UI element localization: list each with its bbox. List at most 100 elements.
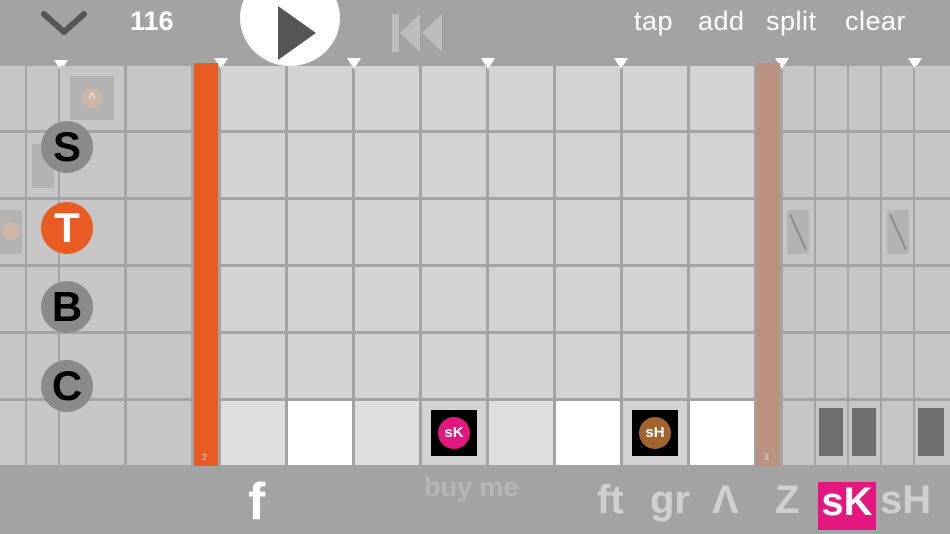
grid-cell[interactable] xyxy=(849,66,880,130)
note-block-faded[interactable]: ^ xyxy=(70,76,114,120)
voice-button-s[interactable]: S xyxy=(41,121,93,173)
grid-cell[interactable] xyxy=(690,200,754,264)
grid-cell[interactable] xyxy=(0,401,25,465)
grid-cell[interactable] xyxy=(556,200,620,264)
grid-cell[interactable] xyxy=(422,200,486,264)
buy-me-button[interactable]: buy me xyxy=(424,472,519,503)
grid-cell[interactable] xyxy=(221,267,285,331)
grid-cell[interactable] xyxy=(882,401,913,465)
grid-cell[interactable] xyxy=(849,133,880,197)
grid-cell[interactable] xyxy=(489,133,553,197)
grid-cell[interactable] xyxy=(422,66,486,130)
note-block-faded[interactable] xyxy=(852,408,876,456)
grid-cell[interactable] xyxy=(422,133,486,197)
facebook-button[interactable]: f xyxy=(248,472,265,532)
voice-button-b[interactable]: B xyxy=(41,281,93,333)
grid-cell[interactable] xyxy=(355,267,419,331)
note-block-faded[interactable] xyxy=(887,210,909,254)
grid-cell[interactable] xyxy=(489,267,553,331)
grid-cell[interactable] xyxy=(288,66,352,130)
grid-cell[interactable] xyxy=(783,267,814,331)
clear-button[interactable]: clear xyxy=(845,6,906,37)
grid-cell[interactable] xyxy=(915,334,950,398)
grid-cell[interactable] xyxy=(127,401,191,465)
grid-cell[interactable] xyxy=(690,66,754,130)
grid-cell[interactable] xyxy=(556,401,620,465)
grid-cell[interactable] xyxy=(816,133,847,197)
sh-button[interactable]: sH xyxy=(880,478,931,523)
grid-cell[interactable] xyxy=(27,66,58,130)
grid-cell[interactable] xyxy=(623,66,687,130)
grid-cell[interactable] xyxy=(0,133,25,197)
grid-cell[interactable] xyxy=(355,66,419,130)
note-block-faded[interactable] xyxy=(0,210,22,254)
grid-cell[interactable] xyxy=(690,401,754,465)
grid-cell[interactable] xyxy=(915,133,950,197)
grid-cell[interactable] xyxy=(816,334,847,398)
grid-cell[interactable] xyxy=(27,401,58,465)
grid-cell[interactable] xyxy=(127,200,191,264)
grid-cell[interactable] xyxy=(882,334,913,398)
grid-cell[interactable] xyxy=(355,200,419,264)
grid-cell[interactable] xyxy=(623,133,687,197)
grid-cell[interactable] xyxy=(288,267,352,331)
grid-cell[interactable] xyxy=(0,66,25,130)
grid-cell[interactable] xyxy=(221,334,285,398)
grid-cell[interactable] xyxy=(422,267,486,331)
grid-cell[interactable] xyxy=(127,133,191,197)
grid-cell[interactable] xyxy=(0,334,25,398)
rewind-icon[interactable] xyxy=(392,12,444,54)
grid-cell[interactable] xyxy=(915,66,950,130)
grid-cell[interactable] xyxy=(288,200,352,264)
grid-cell[interactable] xyxy=(221,200,285,264)
grid-cell[interactable] xyxy=(221,133,285,197)
grid-cell[interactable] xyxy=(288,133,352,197)
up-button[interactable]: Λ xyxy=(712,478,739,523)
grid-cell[interactable] xyxy=(690,334,754,398)
grid-cell[interactable] xyxy=(127,334,191,398)
grid-cell[interactable] xyxy=(556,133,620,197)
grid-cell[interactable] xyxy=(783,133,814,197)
grid-cell[interactable] xyxy=(355,334,419,398)
sh-sample-tile[interactable]: sH xyxy=(632,410,678,456)
tempo-display[interactable]: 116 xyxy=(130,6,174,37)
grid-cell[interactable] xyxy=(915,267,950,331)
grid-cell[interactable] xyxy=(849,334,880,398)
grid-cell[interactable] xyxy=(489,334,553,398)
voice-button-c[interactable]: C xyxy=(41,360,93,412)
voice-button-t[interactable]: T xyxy=(41,202,93,254)
grid-cell[interactable] xyxy=(623,334,687,398)
grid-cell[interactable] xyxy=(783,66,814,130)
grid-cell[interactable] xyxy=(127,267,191,331)
sk-button[interactable]: sK xyxy=(818,480,876,530)
grid-cell[interactable] xyxy=(422,334,486,398)
next-bar-marker[interactable] xyxy=(756,63,780,466)
grid-cell[interactable] xyxy=(816,200,847,264)
grid-cell[interactable] xyxy=(556,334,620,398)
grid-cell[interactable] xyxy=(288,334,352,398)
gr-button[interactable]: gr xyxy=(650,478,690,523)
grid-cell[interactable] xyxy=(816,66,847,130)
grid-cell[interactable] xyxy=(882,66,913,130)
grid-cell[interactable] xyxy=(556,66,620,130)
chevron-down-icon[interactable] xyxy=(40,8,88,38)
grid-cell[interactable] xyxy=(288,401,352,465)
note-block-faded[interactable] xyxy=(787,210,809,254)
z-button[interactable]: Z xyxy=(775,478,799,523)
ft-button[interactable]: ft xyxy=(597,478,624,523)
grid-cell[interactable] xyxy=(882,133,913,197)
grid-cell[interactable] xyxy=(690,133,754,197)
split-button[interactable]: split xyxy=(766,6,817,37)
grid-cell[interactable] xyxy=(816,267,847,331)
grid-cell[interactable] xyxy=(489,401,553,465)
grid-cell[interactable] xyxy=(915,200,950,264)
grid-cell[interactable] xyxy=(783,334,814,398)
grid-cell[interactable] xyxy=(849,200,880,264)
grid-cell[interactable] xyxy=(556,267,620,331)
grid-cell[interactable] xyxy=(623,200,687,264)
grid-cell[interactable] xyxy=(355,401,419,465)
grid-cell[interactable] xyxy=(127,66,191,130)
grid-cell[interactable] xyxy=(489,66,553,130)
grid-cell[interactable] xyxy=(489,200,553,264)
grid-cell[interactable] xyxy=(221,401,285,465)
